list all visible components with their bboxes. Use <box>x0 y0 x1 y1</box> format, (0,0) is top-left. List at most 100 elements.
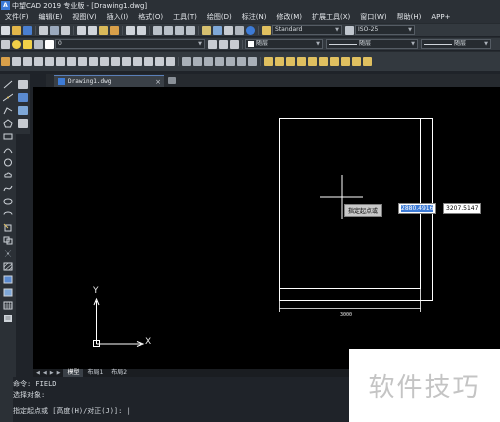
spline-icon[interactable] <box>3 184 13 193</box>
polyline-icon[interactable] <box>3 106 13 115</box>
zoom-window-icon[interactable] <box>175 25 184 35</box>
command-line-handle[interactable] <box>0 377 13 422</box>
dim-diameter-icon[interactable] <box>237 57 246 66</box>
save-icon[interactable] <box>23 25 32 35</box>
region-icon[interactable] <box>3 288 13 297</box>
zoom-previous-icon[interactable] <box>186 25 195 35</box>
ellipse-arc-icon[interactable] <box>3 210 13 219</box>
help-icon[interactable] <box>246 25 255 35</box>
ellipse-icon[interactable] <box>3 197 13 206</box>
move-icon[interactable] <box>56 57 65 66</box>
calculator-icon[interactable] <box>235 25 244 35</box>
menu-tools[interactable]: 工具(T) <box>168 12 202 22</box>
dim-radius-icon[interactable] <box>226 57 235 66</box>
menu-file[interactable]: 文件(F) <box>0 12 34 22</box>
command-prompt[interactable]: 指定起点或 [高度(H)/对正(J)]: | <box>13 406 131 416</box>
array-icon[interactable] <box>45 57 54 66</box>
table-icon[interactable] <box>3 301 13 310</box>
new-file-icon[interactable] <box>1 25 10 35</box>
multiline-text-icon[interactable] <box>3 314 13 323</box>
text-style-select[interactable]: Standard ▼ <box>272 25 342 35</box>
layer-state-icon[interactable] <box>230 39 239 49</box>
point-icon[interactable] <box>3 249 13 258</box>
dynamic-input-x[interactable]: 2880.4916 <box>398 203 437 214</box>
undo-icon[interactable] <box>126 25 135 35</box>
snap-none-icon[interactable] <box>352 57 361 66</box>
circle-icon[interactable] <box>3 158 13 167</box>
drawing-canvas[interactable]: 3000 Y X 指定起点或 2880.4916 3207.5147 <box>33 87 500 369</box>
copy-object-icon[interactable] <box>12 57 21 66</box>
explode-icon[interactable] <box>166 57 175 66</box>
print-icon[interactable] <box>39 25 48 35</box>
snap-midpoint-icon[interactable] <box>275 57 284 66</box>
layer-panel-icon[interactable] <box>18 80 28 89</box>
make-current-layer-icon[interactable] <box>208 39 217 49</box>
mirror-icon[interactable] <box>23 57 32 66</box>
dim-arc-icon[interactable] <box>204 57 213 66</box>
tab-model[interactable]: 模型 <box>63 369 84 377</box>
snap-perpendicular-icon[interactable] <box>330 57 339 66</box>
snap-quadrant-icon[interactable] <box>308 57 317 66</box>
trim-icon[interactable] <box>100 57 109 66</box>
menu-edit[interactable]: 编辑(E) <box>34 12 68 22</box>
join-icon[interactable] <box>133 57 142 66</box>
revision-cloud-icon[interactable] <box>3 171 13 180</box>
command-line[interactable]: 命令: FIELD 选择对象: 指定起点或 [高度(H)/对正(J)]: | <box>13 377 353 422</box>
layer-on-icon[interactable] <box>12 39 21 49</box>
break-icon[interactable] <box>122 57 131 66</box>
first-tab-arrow-icon[interactable]: ◀ <box>36 370 40 376</box>
menu-help[interactable]: 帮助(H) <box>392 12 427 22</box>
polygon-icon[interactable] <box>3 119 13 128</box>
copy-icon[interactable] <box>88 25 97 35</box>
linetype-select[interactable]: 随层 ▼ <box>326 39 418 49</box>
dim-linear-icon[interactable] <box>182 57 191 66</box>
menu-window[interactable]: 窗口(W) <box>355 12 391 22</box>
new-tab-icon[interactable] <box>168 77 176 84</box>
design-center-icon[interactable] <box>213 25 222 35</box>
extend-icon[interactable] <box>111 57 120 66</box>
dim-angular-icon[interactable] <box>248 57 257 66</box>
properties-panel-icon[interactable] <box>18 93 28 102</box>
zoom-realtime-icon[interactable] <box>164 25 173 35</box>
next-tab-arrow-icon[interactable]: ▶ <box>50 370 54 376</box>
pan-icon[interactable] <box>153 25 162 35</box>
redo-icon[interactable] <box>137 25 146 35</box>
dim-ordinate-icon[interactable] <box>215 57 224 66</box>
menu-app-plus[interactable]: APP+ <box>426 13 455 21</box>
snap-intersection-icon[interactable] <box>286 57 295 66</box>
dim-style-select[interactable]: ISO-25 ▼ <box>355 25 415 35</box>
make-block-icon[interactable] <box>3 236 13 245</box>
menu-dimension[interactable]: 标注(N) <box>237 12 272 22</box>
line-icon[interactable] <box>3 80 13 89</box>
menu-modify[interactable]: 修改(M) <box>271 12 307 22</box>
design-center-panel-icon[interactable] <box>18 106 28 115</box>
lineweight-select[interactable]: 随层 ▼ <box>421 39 491 49</box>
color-select[interactable]: 随层 ▼ <box>245 39 323 49</box>
dynamic-input-y[interactable]: 3207.5147 <box>443 203 482 214</box>
menu-draw[interactable]: 绘图(D) <box>202 12 237 22</box>
arc-icon[interactable] <box>3 145 13 154</box>
layer-previous-icon[interactable] <box>219 39 228 49</box>
tab-layout2[interactable]: 布局2 <box>107 369 131 377</box>
menu-insert[interactable]: 插入(I) <box>102 12 134 22</box>
open-folder-icon[interactable] <box>12 25 21 35</box>
last-tab-arrow-icon[interactable]: ▶ <box>57 370 61 376</box>
menu-view[interactable]: 视图(V) <box>67 12 101 22</box>
stretch-icon[interactable] <box>89 57 98 66</box>
publish-icon[interactable] <box>61 25 70 35</box>
layer-manager-icon[interactable] <box>1 39 10 49</box>
erase-icon[interactable] <box>1 57 10 66</box>
snap-center-icon[interactable] <box>297 57 306 66</box>
menu-format[interactable]: 格式(O) <box>133 12 168 22</box>
print-preview-icon[interactable] <box>50 25 59 35</box>
rotate-icon[interactable] <box>67 57 76 66</box>
close-icon[interactable]: × <box>155 78 161 86</box>
snap-endpoint-icon[interactable] <box>264 57 273 66</box>
gradient-icon[interactable] <box>3 275 13 284</box>
dim-aligned-icon[interactable] <box>193 57 202 66</box>
tool-palette-panel-icon[interactable] <box>18 119 28 128</box>
layer-select[interactable]: 0 ▼ <box>55 39 205 49</box>
layer-lock-icon[interactable] <box>34 39 43 49</box>
osnap-settings-icon[interactable] <box>363 57 372 66</box>
hatch-icon[interactable] <box>3 262 13 271</box>
